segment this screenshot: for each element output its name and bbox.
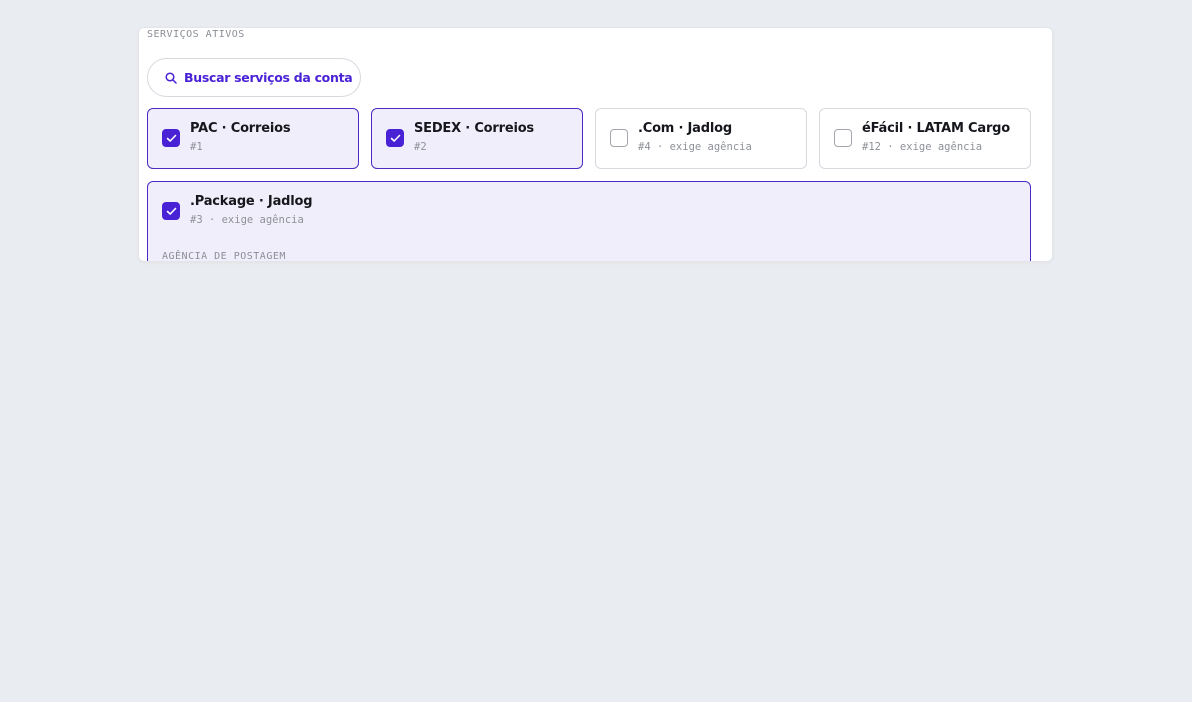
service-checkbox[interactable] bbox=[834, 129, 852, 147]
service-name: SEDEX · Correios bbox=[414, 121, 534, 136]
search-label: Buscar serviços da conta bbox=[184, 70, 353, 85]
service-name: éFácil · LATAM Cargo bbox=[862, 121, 1010, 136]
service-card-com-jadlog[interactable]: .Com · Jadlog #4 · exige agência bbox=[595, 108, 807, 169]
service-meta: #3 · exige agência bbox=[190, 214, 304, 226]
service-meta: #4 · exige agência bbox=[638, 141, 752, 153]
service-name: .Package · Jadlog bbox=[190, 194, 313, 209]
service-name: PAC · Correios bbox=[190, 121, 291, 136]
service-meta: #2 bbox=[414, 141, 427, 153]
service-name: .Com · Jadlog bbox=[638, 121, 732, 136]
service-meta: #12 · exige agência bbox=[862, 141, 983, 153]
service-checkbox[interactable] bbox=[386, 129, 404, 147]
check-icon bbox=[166, 207, 176, 215]
service-card-efacil[interactable]: éFácil · LATAM Cargo #12 · exige agência bbox=[819, 108, 1031, 169]
search-services-button[interactable]: Buscar serviços da conta bbox=[147, 58, 361, 97]
service-card-pac[interactable]: PAC · Correios #1 bbox=[147, 108, 359, 169]
agency-section-title: AGÊNCIA DE POSTAGEM bbox=[162, 251, 286, 262]
service-card-sedex[interactable]: SEDEX · Correios #2 bbox=[371, 108, 583, 169]
services-panel: SERVIÇOS ATIVOS Buscar serviços da conta… bbox=[138, 27, 1053, 262]
service-checkbox[interactable] bbox=[162, 202, 180, 220]
check-icon bbox=[390, 134, 400, 142]
service-card-package-jadlog[interactable]: .Package · Jadlog #3 · exige agência AGÊ… bbox=[147, 181, 1031, 262]
service-meta: #1 bbox=[190, 141, 203, 153]
check-icon bbox=[166, 134, 176, 142]
section-title: SERVIÇOS ATIVOS bbox=[147, 29, 245, 40]
service-checkbox[interactable] bbox=[610, 129, 628, 147]
service-checkbox[interactable] bbox=[162, 129, 180, 147]
search-icon bbox=[165, 71, 177, 84]
